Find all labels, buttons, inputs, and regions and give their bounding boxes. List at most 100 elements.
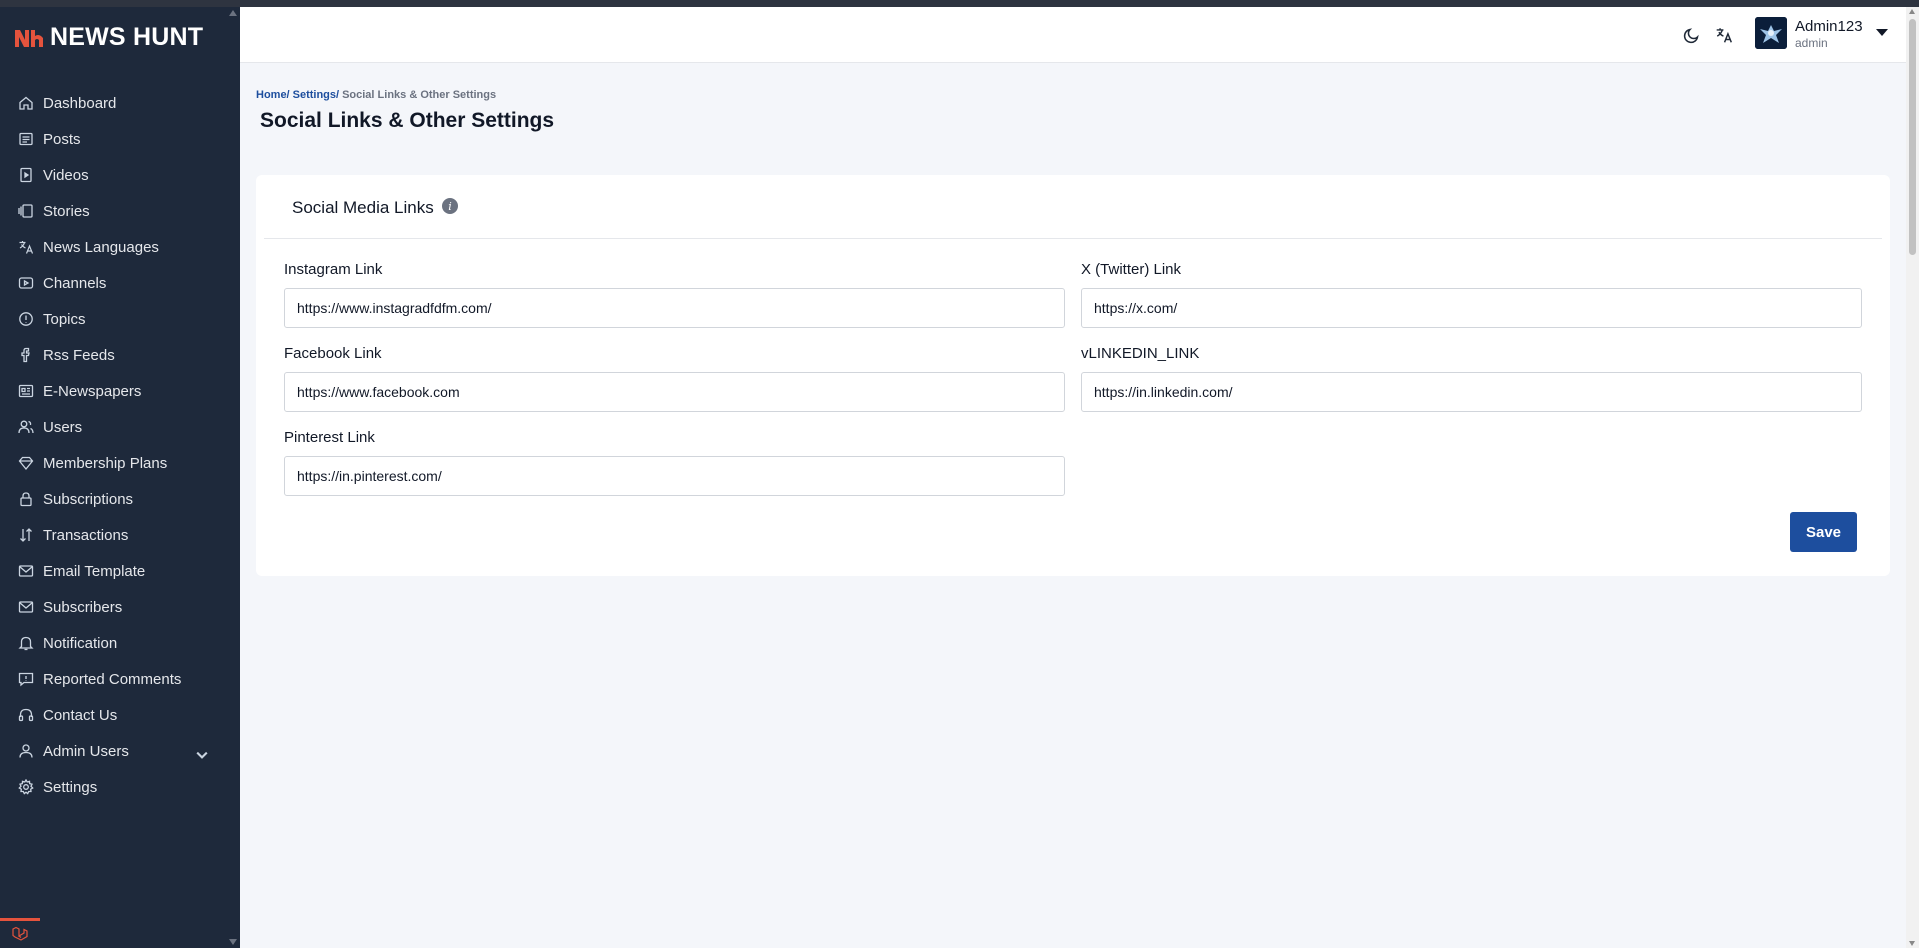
twitter-label: X (Twitter) Link <box>1081 261 1182 278</box>
sidebar-item-stories[interactable]: Stories <box>0 193 240 229</box>
sidebar-item-topics[interactable]: Topics <box>0 301 240 337</box>
linkedin-link-input[interactable] <box>1081 372 1862 412</box>
sidebar-scroll-down[interactable] <box>229 939 237 945</box>
newspaper-icon <box>18 384 34 398</box>
sidebar-item-label: Videos <box>43 166 89 184</box>
language-button[interactable] <box>1714 25 1734 45</box>
sidebar-item-label: Subscribers <box>43 598 123 616</box>
sidebar-item-dashboard[interactable]: Dashboard <box>0 85 240 121</box>
sidebar-item-users[interactable]: Users <box>0 409 240 445</box>
sidebar-item-label: E-Newspapers <box>43 382 142 400</box>
mail-icon <box>18 601 34 613</box>
gear-icon <box>18 779 34 795</box>
sidebar-item-label: Contact Us <box>43 706 118 724</box>
scroll-down-arrow[interactable] <box>1909 941 1915 946</box>
framework-logo <box>0 918 40 948</box>
sidebar-item-transactions[interactable]: Transactions <box>0 517 240 553</box>
sidebar-item-label: Rss Feeds <box>43 346 115 364</box>
social-links-card: Social Media Links i Instagram Link X (T… <box>256 175 1890 576</box>
sidebar-item-videos[interactable]: Videos <box>0 157 240 193</box>
sidebar-item-contact-us[interactable]: Contact Us <box>0 697 240 733</box>
home-icon <box>19 96 33 110</box>
sidebar-item-reported-comments[interactable]: Reported Comments <box>0 661 240 697</box>
theme-toggle-button[interactable] <box>1682 25 1702 45</box>
scrollbar-thumb[interactable] <box>1909 19 1916 255</box>
scroll-up-arrow[interactable] <box>1909 9 1915 14</box>
sidebar-item-label: News Languages <box>43 238 159 256</box>
sidebar-item-settings[interactable]: Settings <box>0 769 240 805</box>
channels-icon <box>18 277 34 289</box>
comment-alert-icon <box>18 672 34 687</box>
translate-icon <box>1716 28 1732 43</box>
sidebar-item-label: Subscriptions <box>43 490 134 508</box>
transactions-icon <box>20 528 32 542</box>
moon-icon <box>1683 28 1699 44</box>
chevron-down-icon <box>196 751 208 759</box>
user-role: admin <box>1795 36 1828 50</box>
diamond-icon <box>18 456 34 471</box>
page-title: Social Links & Other Settings <box>260 109 555 132</box>
pinterest-link-input[interactable] <box>284 456 1065 496</box>
user-menu-caret-icon[interactable] <box>1876 29 1888 36</box>
facebook-link-input[interactable] <box>284 372 1065 412</box>
sidebar-item-admin-users[interactable]: Admin Users <box>0 733 240 769</box>
avatar[interactable] <box>1755 17 1787 49</box>
video-icon <box>20 167 32 183</box>
user-avatar-icon <box>1755 17 1787 49</box>
bell-icon <box>18 636 34 651</box>
brand-name: NEWS HUNT <box>50 23 204 51</box>
instagram-label: Instagram Link <box>284 261 383 278</box>
posts-icon <box>19 132 33 146</box>
info-icon[interactable]: i <box>442 198 458 214</box>
sidebar-item-label: Stories <box>43 202 90 220</box>
rss-icon <box>21 347 30 363</box>
sidebar-nav: Dashboard Posts Videos Stories News Lang… <box>0 85 240 805</box>
sidebar-item-label: Admin Users <box>43 742 129 760</box>
stories-icon <box>18 204 33 218</box>
lock-icon <box>20 492 32 507</box>
sidebar-item-label: Transactions <box>43 526 129 544</box>
sidebar-scroll-up[interactable] <box>229 10 237 16</box>
sidebar-item-e-newspapers[interactable]: E-Newspapers <box>0 373 240 409</box>
sidebar-item-subscribers[interactable]: Subscribers <box>0 589 240 625</box>
headset-icon <box>18 708 34 722</box>
sidebar-item-membership-plans[interactable]: Membership Plans <box>0 445 240 481</box>
breadcrumb-current: Social Links & Other Settings <box>342 89 497 101</box>
sidebar-item-notification[interactable]: Notification <box>0 625 240 661</box>
breadcrumb-settings[interactable]: Settings/ <box>293 89 339 101</box>
sidebar-item-label: Settings <box>43 778 98 796</box>
topics-icon <box>19 312 33 326</box>
sidebar-item-label: Email Template <box>43 562 146 580</box>
mail-icon <box>18 565 34 577</box>
sidebar-item-label: Reported Comments <box>43 670 182 688</box>
translate-icon <box>19 241 34 254</box>
card-title: Social Media Links <box>292 198 434 217</box>
sidebar-item-subscriptions[interactable]: Subscriptions <box>0 481 240 517</box>
card-header: Social Media Links i <box>264 175 1882 239</box>
sidebar-item-label: Dashboard <box>43 94 117 112</box>
sidebar-item-label: Users <box>43 418 83 436</box>
twitter-link-input[interactable] <box>1081 288 1862 328</box>
sidebar-item-label: Channels <box>43 274 107 292</box>
brand-logo[interactable]: NEWS HUNT <box>14 23 203 52</box>
topbar: Admin123 admin <box>240 7 1906 63</box>
breadcrumb: Home/ Settings/ Social Links & Other Set… <box>256 89 496 101</box>
users-icon <box>18 420 34 434</box>
sidebar-item-email-template[interactable]: Email Template <box>0 553 240 589</box>
linkedin-label: vLINKEDIN_LINK <box>1081 345 1200 362</box>
sidebar-item-label: Posts <box>43 130 81 148</box>
save-button[interactable]: Save <box>1790 512 1857 552</box>
sidebar: NEWS HUNT Dashboard Posts Videos Stories… <box>0 7 240 948</box>
breadcrumb-home[interactable]: Home/ <box>256 89 290 101</box>
instagram-link-input[interactable] <box>284 288 1065 328</box>
sidebar-item-channels[interactable]: Channels <box>0 265 240 301</box>
sidebar-item-news-languages[interactable]: News Languages <box>0 229 240 265</box>
admin-user-icon <box>19 744 33 758</box>
page-scrollbar[interactable] <box>1906 7 1919 948</box>
browser-top-strip <box>0 0 1919 7</box>
sidebar-item-label: Notification <box>43 634 118 652</box>
user-name[interactable]: Admin123 <box>1795 18 1863 35</box>
sidebar-item-label: Topics <box>43 310 86 328</box>
sidebar-item-rss-feeds[interactable]: Rss Feeds <box>0 337 240 373</box>
sidebar-item-posts[interactable]: Posts <box>0 121 240 157</box>
